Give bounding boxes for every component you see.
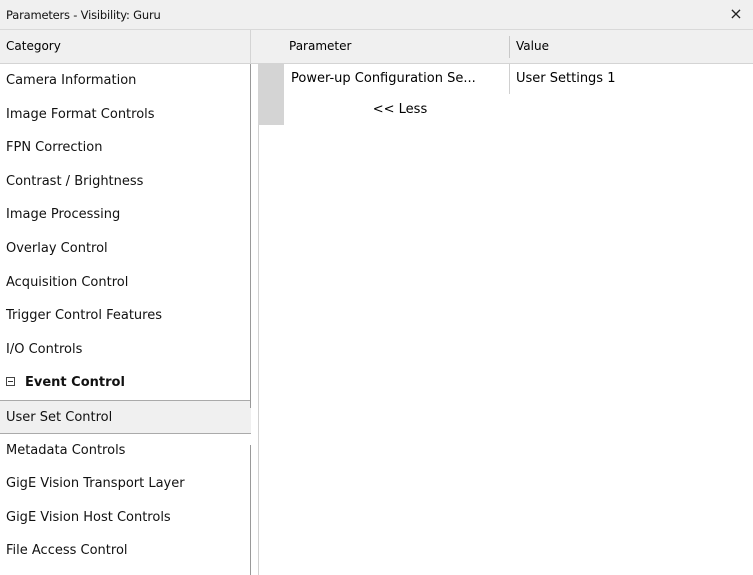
- category-item-acquisition-control[interactable]: Acquisition Control: [0, 265, 251, 300]
- category-item-event-control[interactable]: Event Control: [0, 366, 251, 400]
- category-label: File Access Control: [6, 543, 128, 559]
- category-header-label: Category: [6, 39, 61, 53]
- row-header-gutter: [258, 64, 284, 125]
- category-label: Camera Information: [6, 73, 137, 88]
- category-item-camera-information[interactable]: Camera Information: [0, 64, 251, 98]
- close-icon[interactable]: ×: [727, 4, 745, 24]
- category-item-metadata-controls[interactable]: Metadata Controls: [0, 433, 251, 468]
- window-title: Parameters - Visibility: Guru: [6, 8, 161, 22]
- category-item-user-set-control[interactable]: User Set Control: [0, 399, 251, 434]
- category-item-image-format-controls[interactable]: Image Format Controls: [0, 97, 251, 132]
- parameter-row[interactable]: Power-up Configuration Se... User Settin…: [285, 64, 753, 94]
- category-label: FPN Correction: [6, 140, 103, 156]
- category-item-fpn-correction[interactable]: FPN Correction: [0, 131, 251, 165]
- pane-separator: [258, 125, 259, 575]
- value-header-label[interactable]: Value: [516, 39, 549, 53]
- category-label: Event Control: [25, 375, 125, 391]
- category-label: User Set Control: [6, 409, 113, 425]
- category-label: Overlay Control: [6, 240, 108, 256]
- category-item-contrast-brightness[interactable]: Contrast / Brightness: [0, 164, 251, 199]
- title-bar: Parameters - Visibility: Guru ×: [0, 0, 753, 30]
- category-label: I/O Controls: [6, 341, 83, 357]
- category-label: Acquisition Control: [6, 274, 129, 290]
- parameter-column-header: Parameter Value: [251, 30, 753, 64]
- parameter-value[interactable]: User Settings 1: [509, 64, 753, 94]
- category-label: Trigger Control Features: [6, 308, 162, 324]
- less-link[interactable]: << Less: [285, 96, 515, 124]
- category-item-io-controls[interactable]: I/O Controls: [0, 332, 251, 367]
- category-label: GigE Vision Host Controls: [6, 509, 171, 525]
- category-item-overlay-control[interactable]: Overlay Control: [0, 231, 251, 266]
- category-pane-border: [250, 64, 251, 408]
- parameter-name: Power-up Configuration Se...: [291, 71, 476, 86]
- category-item-trigger-control-features[interactable]: Trigger Control Features: [0, 299, 251, 333]
- category-column-header: Category: [0, 30, 251, 64]
- category-list: Camera Information Image Format Controls…: [0, 64, 251, 568]
- collapse-toggle-icon[interactable]: [6, 377, 15, 387]
- category-label: Contrast / Brightness: [6, 173, 144, 189]
- category-item-image-processing[interactable]: Image Processing: [0, 198, 251, 232]
- category-label: Metadata Controls: [6, 442, 126, 458]
- category-label: GigE Vision Transport Layer: [6, 476, 185, 492]
- column-divider[interactable]: [509, 36, 510, 58]
- category-item-file-access-control[interactable]: File Access Control: [0, 534, 251, 568]
- category-pane-border: [250, 445, 251, 575]
- category-item-gige-vision-transport-layer[interactable]: GigE Vision Transport Layer: [0, 467, 251, 501]
- category-label: Image Format Controls: [6, 106, 155, 122]
- parameter-header-label[interactable]: Parameter: [289, 39, 351, 53]
- category-label: Image Processing: [6, 207, 121, 223]
- category-item-gige-vision-host-controls[interactable]: GigE Vision Host Controls: [0, 500, 251, 535]
